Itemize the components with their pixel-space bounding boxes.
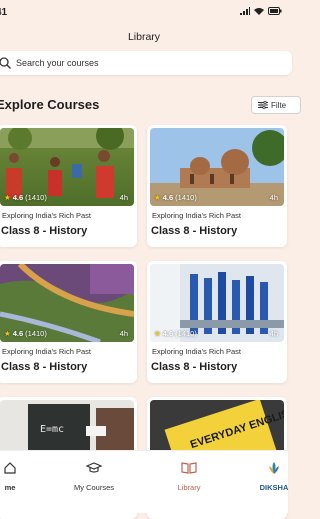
course-card[interactable]: ★ 4.6 (1410) 4h Exploring India's Rich Pas… [147, 125, 287, 247]
search-icon [0, 57, 11, 69]
nav-label-library: Library [177, 483, 201, 492]
duration: 4h [269, 193, 278, 202]
nav-diksha[interactable]: DIKSHA [234, 451, 314, 513]
rating: ★ 4.6 (1410) [4, 193, 47, 202]
star-icon: ★ [4, 329, 11, 338]
course-title: Class 8 - History [151, 361, 238, 373]
duration: 4h [119, 193, 128, 202]
filter-button[interactable]: Filte [251, 96, 301, 114]
page-title: Library [127, 31, 161, 43]
search-input[interactable]: Search your courses [0, 51, 292, 75]
diksha-logo-icon [269, 462, 279, 474]
status-time: 41 [0, 7, 8, 18]
course-thumbnail: ★ 4.6 (1410) 4h [0, 128, 134, 206]
course-card[interactable]: ★ 4.6 (1410) 4h Exploring India's Rich Pas… [147, 261, 287, 383]
course-thumbnail: ★ 4.6 (1410) 4h [150, 264, 284, 342]
course-subtitle: Exploring India's Rich Past [152, 347, 241, 356]
status-bar: 41 [0, 0, 288, 24]
star-icon: ★ [154, 329, 161, 338]
duration: 4h [119, 329, 128, 338]
course-title: Class 8 - History [1, 361, 88, 373]
course-card[interactable]: ★ 4.6 (1410) 4h Exploring India's Rich Pas… [0, 261, 137, 383]
course-title: Class 8 - History [151, 225, 238, 237]
search-placeholder: Search your courses [16, 58, 99, 68]
signal-icon [240, 7, 250, 15]
filter-label: Filte [271, 100, 287, 110]
star-icon: ★ [4, 193, 11, 202]
rating: ★ 4.6 (1410) [154, 193, 197, 202]
nav-my-courses[interactable]: My Courses [54, 451, 134, 513]
course-subtitle: Exploring India's Rich Past [152, 211, 241, 220]
nav-home[interactable]: me [0, 451, 50, 513]
graduation-cap-icon [86, 462, 102, 473]
course-title: Class 8 - History [1, 225, 88, 237]
course-thumbnail: ★ 4.6 (1410) 4h [0, 264, 134, 342]
star-icon: ★ [154, 193, 161, 202]
rating: ★ 4.6 (1410) [154, 329, 197, 338]
nav-label-diksha: DIKSHA [259, 483, 289, 492]
course-card[interactable]: ★ 4.6 (1410) 4h Exploring India's Rich Pas… [0, 125, 137, 247]
duration: 4h [269, 329, 278, 338]
book-icon [181, 462, 197, 474]
nav-label-home: me [4, 483, 16, 492]
wifi-icon [254, 8, 264, 15]
course-subtitle: Exploring India's Rich Past [2, 347, 91, 356]
course-thumbnail: ★ 4.6 (1410) 4h [150, 128, 284, 206]
home-icon [4, 462, 16, 474]
explore-courses-heading: Explore Courses [0, 97, 100, 112]
nav-label-my-courses: My Courses [73, 483, 114, 492]
sliders-icon [258, 101, 268, 109]
svg-text:E=mc: E=mc [40, 424, 64, 435]
battery-icon [268, 7, 282, 15]
rating: ★ 4.6 (1410) [4, 329, 47, 338]
nav-library[interactable]: Library [149, 451, 229, 513]
course-subtitle: Exploring India's Rich Past [2, 211, 91, 220]
bottom-nav: me My Courses Library DIKSHA [0, 450, 288, 513]
